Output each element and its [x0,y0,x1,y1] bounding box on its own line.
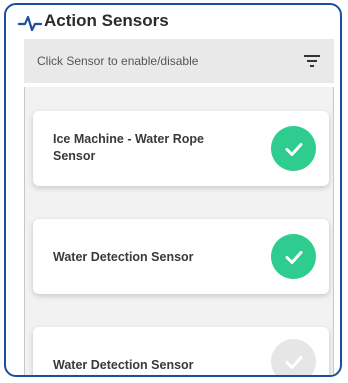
check-icon[interactable] [271,339,316,375]
sensor-card[interactable]: Water Detection Sensor [33,219,329,294]
check-icon[interactable] [271,126,316,171]
filter-bar: Click Sensor to enable/disable [24,39,334,83]
pulse-icon [18,15,42,32]
sensor-label: Ice Machine - Water Rope Sensor [53,132,204,163]
sensor-card[interactable]: Water Detection Sensor [33,327,329,375]
app-frame: Action Sensors Click Sensor to enable/di… [4,3,342,377]
filter-hint: Click Sensor to enable/disable [37,54,199,68]
check-icon[interactable] [271,234,316,279]
page-title: Action Sensors [44,11,169,30]
filter-icon[interactable] [304,54,320,68]
sensor-label: Water Detection Sensor [53,250,194,264]
header: Action Sensors [6,5,340,39]
sensor-label: Water Detection Sensor [53,358,194,372]
sensor-list[interactable]: Ice Machine - Water Rope Sensor Water De… [24,87,334,375]
sensor-card[interactable]: Ice Machine - Water Rope Sensor [33,111,329,186]
